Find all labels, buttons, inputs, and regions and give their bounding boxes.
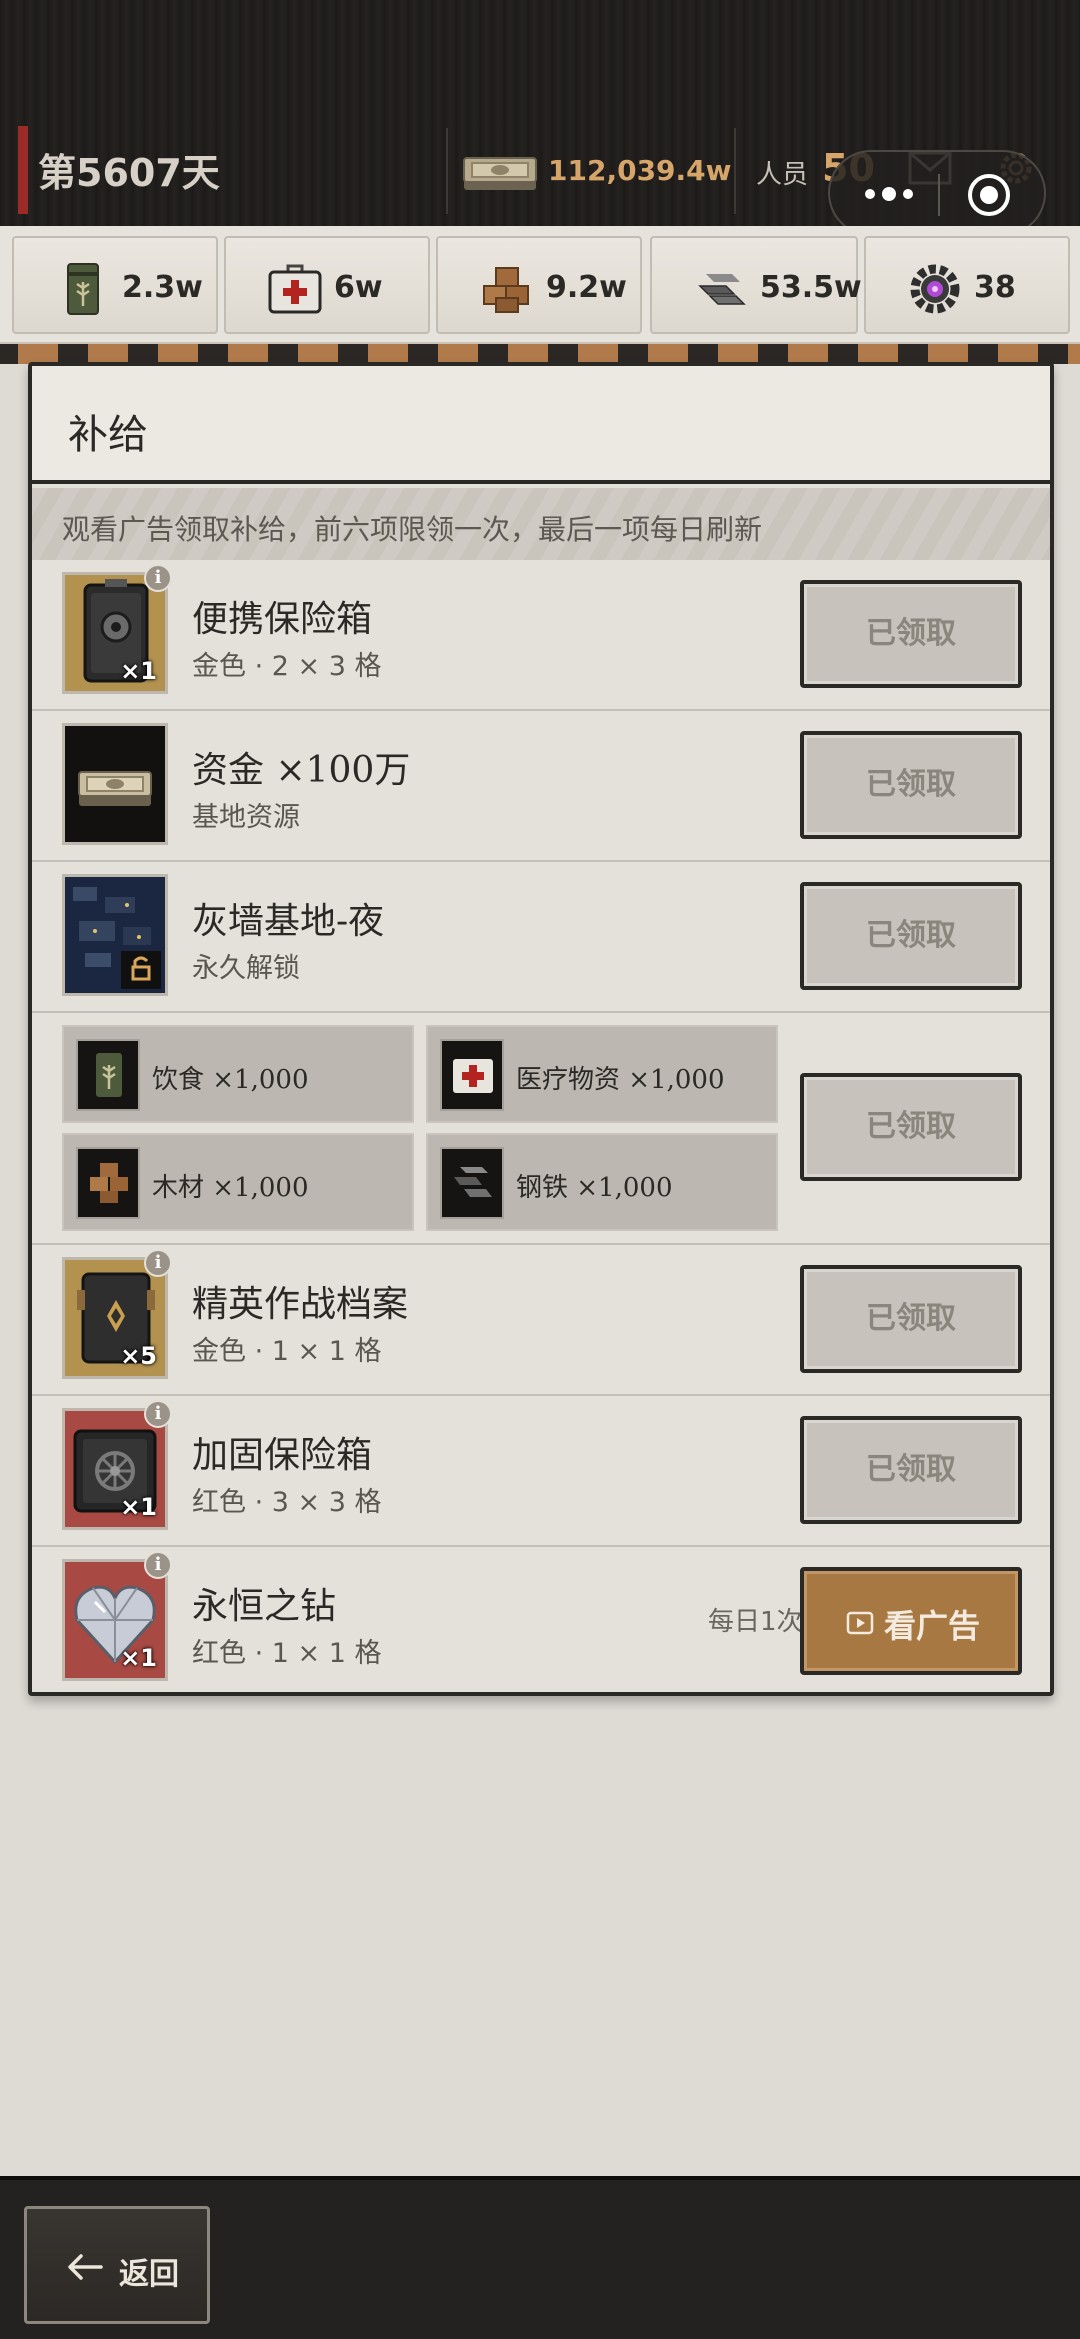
panel-header: 补给: [32, 366, 1050, 484]
item-quantity: ×1: [120, 1644, 157, 1672]
bundle-item-label: 钢铁 ×1,000: [516, 1173, 673, 1203]
info-icon[interactable]: i: [144, 1249, 172, 1277]
resource-wood-value: 9.2w: [546, 270, 627, 305]
item-subtitle: 永久解锁: [192, 953, 300, 984]
item-quantity: ×5: [120, 1342, 157, 1370]
resource-food-value: 2.3w: [122, 270, 203, 305]
bundle-item-medical: 医疗物资 ×1,000: [426, 1025, 778, 1123]
bundle-item-thumbnail: [440, 1039, 504, 1111]
item-name: 永恒之钻: [192, 1586, 337, 1627]
bundle-item-thumbnail: [76, 1147, 140, 1219]
bundle-item-wood: 木材 ×1,000: [62, 1133, 414, 1231]
supply-row: 灰墙基地-夜 永久解锁 已领取: [32, 862, 1050, 1013]
capsule-divider: [938, 174, 940, 216]
claimed-button[interactable]: 已领取: [800, 731, 1022, 839]
resource-food[interactable]: 2.3w: [12, 236, 218, 334]
steel-icon: [454, 1167, 492, 1197]
info-icon[interactable]: i: [144, 1551, 172, 1579]
resource-steel-value: 53.5w: [760, 270, 862, 305]
wood-icon: [90, 1163, 128, 1203]
miniprogram-capsule: [828, 150, 1046, 236]
daily-limit-label: 每日1次: [708, 1607, 803, 1637]
claimed-button[interactable]: 已领取: [800, 1073, 1022, 1181]
bundle-item-label: 木材 ×1,000: [152, 1173, 309, 1203]
item-name: 资金 ×100万: [192, 750, 411, 791]
wood-icon: [483, 267, 529, 313]
claimed-button[interactable]: 已领取: [800, 1265, 1022, 1373]
supply-row: ×5 i 精英作战档案 金色 · 1 × 1 格 已领取: [32, 1245, 1050, 1396]
staff-label: 人员: [756, 160, 809, 190]
notice-banner: 观看广告领取补给，前六项限领一次，最后一项每日刷新: [32, 488, 1050, 560]
supply-panel: 补给 观看广告领取补给，前六项限领一次，最后一项每日刷新 ×1 i 便携保险箱 …: [28, 362, 1054, 1696]
resource-medical-value: 6w: [334, 270, 383, 305]
supply-row-bundle: 饮食 ×1,000 医疗物资 ×1,000 木材 ×1,000 钢铁 ×1,00…: [32, 1013, 1050, 1245]
cash-stack-icon: [463, 157, 537, 190]
food-can-icon: [67, 263, 99, 315]
top-bar: 第5607天 112,039.4w 人员 50: [0, 0, 1080, 236]
item-thumbnail[interactable]: [62, 723, 168, 845]
night-base-map-icon: [65, 877, 165, 993]
bundle-item-label: 饮食 ×1,000: [152, 1065, 309, 1095]
claimed-button[interactable]: 已领取: [800, 1416, 1022, 1524]
item-subtitle: 红色 · 3 × 3 格: [192, 1487, 382, 1518]
resource-steel[interactable]: 53.5w: [650, 236, 862, 334]
claimed-button[interactable]: 已领取: [800, 882, 1022, 990]
bundle-item-food: 饮食 ×1,000: [62, 1025, 414, 1123]
item-name: 灰墙基地-夜: [192, 901, 385, 942]
more-options-icon[interactable]: [862, 180, 916, 208]
bundle-item-thumbnail: [76, 1039, 140, 1111]
item-name: 加固保险箱: [192, 1435, 373, 1476]
medkit-icon: [453, 1059, 493, 1093]
watch-ad-label: 看广告: [884, 1607, 981, 1645]
item-name: 便携保险箱: [192, 599, 373, 640]
money-value: 112,039.4w: [548, 154, 732, 187]
hazard-stripe: [0, 344, 1080, 364]
back-label: 返回: [119, 2257, 179, 2292]
watch-ad-button[interactable]: 看广告: [800, 1567, 1022, 1675]
day-accent-bar: [18, 126, 28, 214]
bundle-item-thumbnail: [440, 1147, 504, 1219]
info-icon[interactable]: i: [144, 1400, 172, 1428]
resource-bar: 2.3w 6w 9.2w 53.5w 38: [0, 226, 1080, 344]
info-icon[interactable]: i: [144, 564, 172, 592]
bundle-item-steel: 钢铁 ×1,000: [426, 1133, 778, 1231]
resource-gear-value: 38: [974, 270, 1016, 305]
item-thumbnail[interactable]: [62, 874, 168, 996]
supply-row: 资金 ×100万 基地资源 已领取: [32, 711, 1050, 862]
bundle-item-label: 医疗物资 ×1,000: [516, 1065, 725, 1095]
item-subtitle: 金色 · 1 × 1 格: [192, 1336, 382, 1367]
arrow-left-icon: [68, 2254, 103, 2280]
divider: [446, 128, 448, 214]
play-video-icon: [846, 1611, 874, 1635]
panel-title: 补给: [68, 412, 148, 458]
item-quantity: ×1: [120, 657, 157, 685]
item-subtitle: 基地资源: [192, 802, 300, 833]
food-can-icon: [96, 1053, 122, 1097]
item-subtitle: 红色 · 1 × 1 格: [192, 1638, 382, 1669]
resource-gear[interactable]: 38: [864, 236, 1070, 334]
supply-row: ×1 i 便携保险箱 金色 · 2 × 3 格 已领取: [32, 560, 1050, 711]
steel-icon: [698, 274, 746, 305]
bottom-bar: 返回: [0, 2176, 1080, 2339]
back-button[interactable]: 返回: [24, 2206, 210, 2324]
divider: [734, 128, 736, 214]
day-counter: 第5607天: [38, 151, 220, 195]
item-name: 精英作战档案: [192, 1284, 409, 1325]
notice-text: 观看广告领取补给，前六项限领一次，最后一项每日刷新: [62, 513, 763, 546]
close-miniprogram-icon[interactable]: [966, 172, 1012, 218]
resource-wood[interactable]: 9.2w: [436, 236, 642, 334]
gear-gem-icon: [910, 264, 960, 314]
cash-stack-icon: [78, 771, 152, 806]
resource-medical[interactable]: 6w: [224, 236, 430, 334]
item-quantity: ×1: [120, 1493, 157, 1521]
item-subtitle: 金色 · 2 × 3 格: [192, 651, 382, 682]
supply-row: ×1 i 加固保险箱 红色 · 3 × 3 格 已领取: [32, 1396, 1050, 1547]
claimed-button[interactable]: 已领取: [800, 580, 1022, 688]
medkit-icon: [268, 264, 322, 314]
supply-row: ×1 i 永恒之钻 红色 · 1 × 1 格 每日1次 看广告: [32, 1547, 1050, 1692]
